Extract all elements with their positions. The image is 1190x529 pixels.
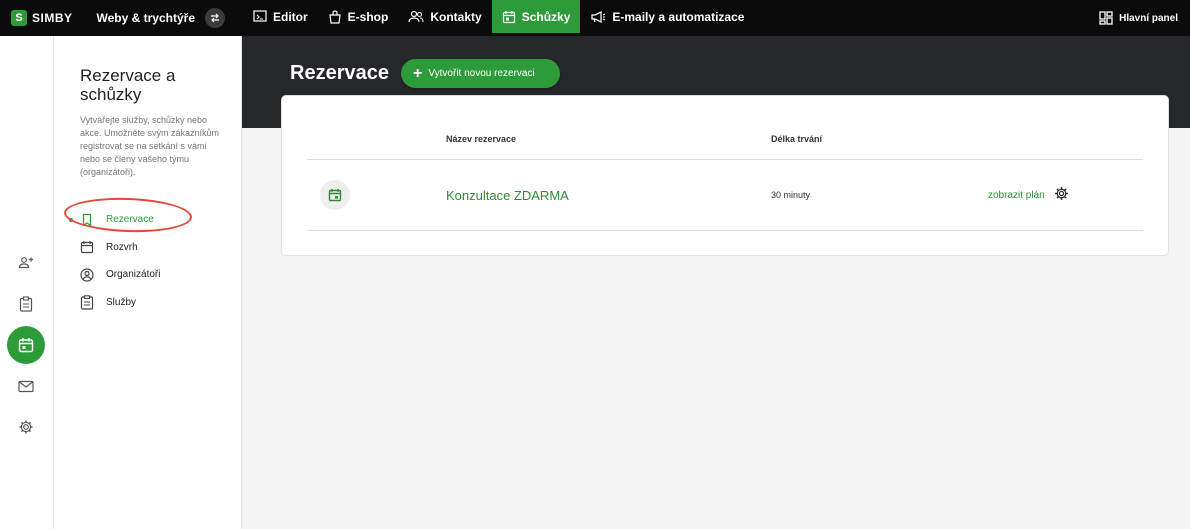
megaphone-icon (591, 10, 606, 23)
column-header-duration: Délka trvání (771, 134, 823, 144)
header-divider (307, 159, 1143, 160)
site-name[interactable]: Weby & trychtýře (97, 11, 195, 25)
sidebar-item-label: Organizátoři (106, 269, 161, 281)
sidebar-item-schedule[interactable]: Rozvrh (80, 234, 160, 262)
rail-contacts[interactable] (7, 244, 45, 282)
logo-badge: S (11, 10, 27, 26)
rail-mail[interactable] (7, 367, 45, 405)
nav-contacts[interactable]: Kontakty (398, 0, 491, 33)
dashboard-link[interactable]: Hlavní panel (1099, 11, 1178, 25)
clipboard-icon (19, 296, 33, 312)
rail-calendar[interactable] (7, 326, 45, 364)
swap-icon[interactable] (205, 8, 225, 28)
gear-icon (19, 420, 33, 434)
plus-icon: + (413, 64, 423, 82)
main-nav: Editor E-shop Kontakty Schůzky E-maily a… (243, 0, 754, 36)
nav-label: Kontakty (430, 9, 482, 24)
nav-label: Editor (273, 9, 308, 24)
sidebar-item-label: Služby (106, 296, 137, 308)
contacts-icon (408, 10, 424, 22)
sidebar-item-services[interactable]: Služby (80, 289, 160, 317)
rail-settings[interactable] (7, 408, 45, 446)
contacts-icon (18, 257, 33, 269)
nav-label: E-shop (347, 9, 389, 24)
site-switcher: Weby & trychtýře (97, 8, 225, 28)
page-title: Rezervace (290, 62, 389, 84)
icon-rail (0, 36, 54, 529)
calendar-icon (18, 338, 34, 353)
calendar-event-icon (320, 180, 350, 210)
rail-clipboard[interactable] (7, 285, 45, 323)
gear-icon[interactable] (1054, 186, 1069, 206)
calendar-icon (80, 241, 94, 254)
nav-label: E-maily a automatizace (612, 9, 745, 24)
clipboard-icon (80, 295, 94, 310)
logo-text: SIMBY (32, 11, 73, 25)
column-header-name: Název rezervace (446, 134, 517, 144)
reservations-table: Název rezervace Délka trvání Konzultace … (281, 95, 1169, 256)
nav-eshop[interactable]: E-shop (318, 0, 399, 33)
brand-logo[interactable]: S SIMBY (11, 10, 73, 26)
dashboard-icon (1099, 11, 1113, 25)
section-sidebar: Rezervace a schůzky Vytvářejte služby, s… (54, 36, 242, 529)
sidebar-item-label: Rozvrh (106, 241, 138, 253)
row-divider (307, 230, 1143, 231)
shopping-bag-icon (328, 9, 341, 24)
reservation-duration: 30 minuty (771, 190, 811, 200)
view-plan-link[interactable]: zobrazit plán (988, 190, 1045, 201)
reservation-name-link[interactable]: Konzultace ZDARMA (446, 188, 569, 203)
sidebar-description: Vytvářejte služby, schůzky nebo akce. Um… (80, 115, 220, 177)
create-reservation-label: Vytvořit novou rezervaci (428, 68, 535, 79)
mail-icon (18, 380, 34, 392)
editor-icon (253, 9, 267, 22)
sidebar-title: Rezervace a schůzky (80, 66, 176, 104)
sidebar-item-organizers[interactable]: Organizátoři (80, 261, 160, 289)
nav-editor[interactable]: Editor (243, 0, 318, 33)
dashboard-label: Hlavní panel (1119, 12, 1178, 24)
nav-meetings[interactable]: Schůzky (491, 0, 581, 33)
top-bar: S SIMBY Weby & trychtýře Editor E-shop K… (0, 0, 1190, 36)
nav-label: Schůzky (521, 9, 571, 24)
user-circle-icon (80, 268, 94, 282)
nav-emails[interactable]: E-maily a automatizace (580, 0, 754, 33)
calendar-icon (502, 10, 515, 23)
create-reservation-button[interactable]: + Vytvořit novou rezervaci (401, 59, 560, 88)
